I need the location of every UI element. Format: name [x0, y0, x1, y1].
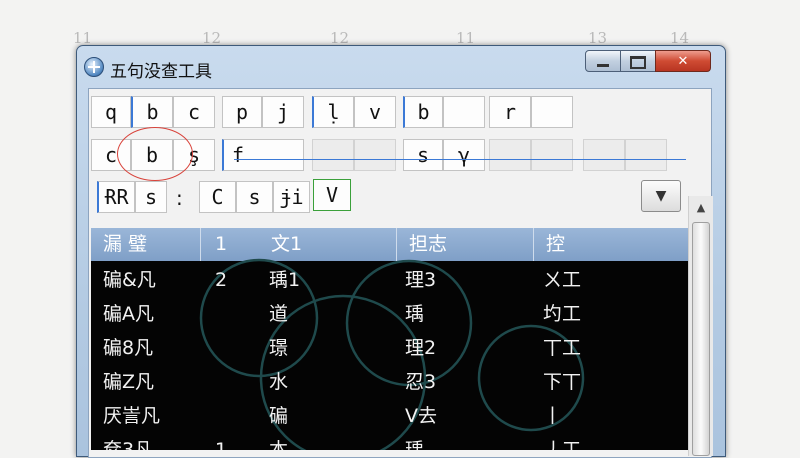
cell-word: 碥	[269, 405, 289, 427]
input-cell[interactable]	[354, 139, 396, 171]
cell-word2: 忍3	[405, 371, 437, 393]
red-highlight-circle	[117, 127, 193, 181]
table-row[interactable]: 奁3凡 1 本 瑀 丿工	[91, 433, 688, 450]
input-cell[interactable]: s	[236, 181, 273, 213]
cell-word: 本	[269, 439, 289, 450]
scroll-thumb[interactable]	[692, 222, 710, 456]
app-icon	[84, 57, 104, 77]
scroll-up-arrow-icon[interactable]: ▲	[689, 196, 713, 220]
dropdown-button[interactable]: ▼	[641, 180, 681, 212]
minimize-icon	[597, 64, 609, 67]
input-cell[interactable]: b	[131, 96, 173, 128]
input-cell[interactable]: c	[173, 96, 215, 128]
input-cell[interactable]: C	[199, 181, 236, 213]
input-cell[interactable]: p	[222, 96, 262, 128]
cell-root: 下丅	[543, 371, 582, 393]
cell-root: ㄨ工	[543, 269, 582, 291]
cell-word: 道	[269, 303, 289, 325]
input-cell[interactable]	[531, 139, 573, 171]
table-row[interactable]: 厌訔凡 碥 V去 丨	[91, 399, 688, 433]
input-cell[interactable]: b	[403, 96, 443, 128]
cell-root: 丅工	[543, 337, 582, 359]
input-cell[interactable]: q	[91, 96, 131, 128]
input-cell[interactable]: ḷ	[312, 96, 354, 128]
cell-root: 丨	[543, 405, 563, 427]
cell-word2: 理3	[405, 269, 437, 291]
cell-word: 水	[269, 371, 289, 393]
input-cell[interactable]	[312, 139, 354, 171]
cell-code: 碥&凡	[103, 269, 156, 291]
cell-code: 奁3凡	[103, 439, 154, 450]
input-cell[interactable]: ɌR	[97, 181, 135, 213]
minimize-button[interactable]	[585, 50, 621, 72]
input-cell[interactable]: s	[135, 181, 167, 213]
input-cell-active[interactable]: V	[313, 179, 351, 211]
cell-code: 碥A凡	[103, 303, 154, 325]
input-cell[interactable]: f	[222, 139, 304, 171]
results-table: 漏 璧 1 文1 担志 控 碥&凡 2 瑀1 理3 ㄨ工 碥A凡 道 瑀 圴工 …	[91, 228, 688, 450]
cell-root: 圴工	[543, 303, 582, 325]
maximize-button[interactable]	[620, 50, 656, 72]
input-cell[interactable]: j	[262, 96, 304, 128]
input-cell[interactable]	[531, 96, 573, 128]
cell-code: 碥8凡	[103, 337, 154, 359]
cell-word2: 理2	[405, 337, 437, 359]
close-button[interactable]: ✕	[655, 50, 711, 72]
maximize-icon	[630, 56, 646, 69]
input-cell[interactable]: ɉi	[273, 181, 310, 213]
input-cell[interactable]: v	[354, 96, 396, 128]
cell-word2: 瑀	[405, 439, 425, 450]
cell-word: 璟	[269, 337, 289, 359]
close-icon: ✕	[677, 54, 689, 69]
input-cell[interactable]	[625, 139, 667, 171]
input-cell[interactable]: γ	[443, 139, 485, 171]
table-row[interactable]: 碥8凡 璟 理2 丅工	[91, 331, 688, 365]
table-row[interactable]: 碥&凡 2 瑀1 理3 ㄨ工	[91, 263, 688, 297]
cell-word2: V去	[405, 405, 437, 427]
cell-code: 碥Z凡	[103, 371, 155, 393]
input-cell[interactable]	[443, 96, 485, 128]
title-bar[interactable]: 五句没查工具 ✕	[77, 46, 725, 88]
caret-underline	[234, 159, 686, 160]
input-cell[interactable]	[489, 139, 531, 171]
cell-root: 丿工	[543, 439, 582, 450]
table-row[interactable]: 碥Z凡 水 忍3 下丅	[91, 365, 688, 399]
cell-word: 瑀1	[269, 269, 301, 291]
window-title: 五句没查工具	[110, 62, 212, 82]
cell-num: 1	[215, 439, 228, 450]
cell-code: 厌訔凡	[103, 405, 161, 427]
cell-num: 2	[215, 269, 228, 291]
vertical-scrollbar[interactable]: ▲	[688, 196, 713, 456]
separator-colon: :	[176, 186, 183, 210]
table-row[interactable]: 碥A凡 道 瑀 圴工	[91, 297, 688, 331]
input-cell[interactable]	[583, 139, 625, 171]
input-cell[interactable]: s	[403, 139, 443, 171]
cell-word2: 瑀	[405, 303, 425, 325]
input-cell[interactable]: r	[489, 96, 531, 128]
